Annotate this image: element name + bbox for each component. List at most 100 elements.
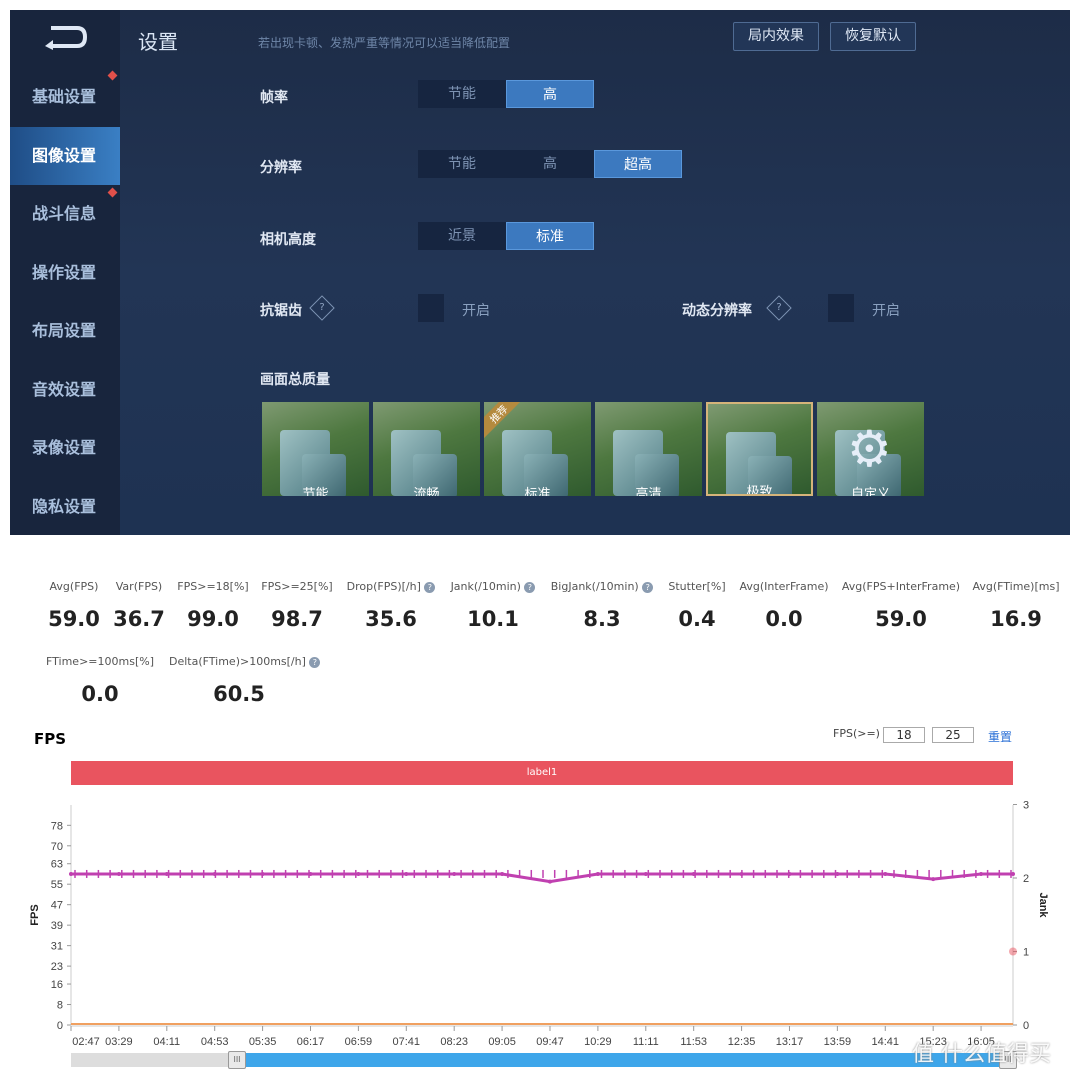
sidebar-item[interactable]: 布局设置	[10, 302, 120, 360]
x-tick-label: 06:59	[345, 1036, 373, 1048]
sidebar-item[interactable]: 图像设置	[10, 126, 120, 185]
gear-icon: ⚙	[847, 420, 892, 478]
restore-default-button[interactable]: 恢复默认	[830, 22, 916, 51]
stat-label: FTime>=100ms[%]	[46, 655, 154, 668]
sidebar-item[interactable]: 操作设置	[10, 244, 120, 302]
fps-data-point	[595, 871, 600, 876]
settings-sidebar: 基础设置图像设置战斗信息 操作设置 布局设置 音效设置录像设置隐私设置	[10, 10, 120, 535]
y2-tick-label: 0	[1023, 1020, 1029, 1032]
y-tick-label: 55	[51, 879, 63, 891]
fps-data-point	[69, 871, 73, 876]
x-tick-label: 02:47	[72, 1036, 100, 1048]
dynamic-resolution-checkbox[interactable]	[828, 294, 854, 322]
x-tick-label: 12:35	[728, 1036, 756, 1048]
y2-axis-label: Jank	[1037, 892, 1049, 918]
fps-data-point	[883, 871, 888, 876]
y-tick-label: 47	[51, 900, 63, 912]
fps-data-point	[787, 871, 792, 876]
quality-label: 画面总质量	[260, 372, 330, 388]
quality-option[interactable]: 流畅	[373, 402, 480, 496]
x-tick-label: 11:53	[680, 1036, 707, 1048]
frame-rate-selector[interactable]: 节能高	[418, 80, 594, 108]
in-game-effect-button[interactable]: 局内效果	[733, 22, 819, 51]
quality-option-label: 高清	[635, 487, 662, 496]
y-tick-label: 78	[51, 820, 63, 832]
fps-data-point	[212, 871, 217, 876]
quality-option-label: 流畅	[413, 487, 440, 496]
quality-option[interactable]: 极致	[706, 402, 813, 496]
dynamic-resolution-option: 开启	[872, 303, 900, 319]
help-icon[interactable]: ?	[309, 295, 335, 321]
fps-data-point	[116, 871, 121, 876]
stat-item: Avg(FTime)[ms] 16.9	[946, 580, 1080, 631]
quality-option-label: 自定义	[850, 487, 890, 496]
y-axis-label: FPS	[29, 904, 41, 925]
stat-label: Drop(FPS)[/h]	[346, 580, 421, 593]
help-icon[interactable]: ?	[766, 295, 792, 321]
stat-item: FTime>=100ms[%] 0.0	[30, 655, 170, 706]
fps-data-point	[643, 871, 648, 876]
fps-data-point	[931, 877, 936, 882]
quality-option[interactable]: 高清	[595, 402, 702, 496]
quality-option[interactable]: 推荐 标准	[484, 402, 591, 496]
segment-option[interactable]: 超高	[594, 150, 682, 178]
stat-label: Avg(FPS+InterFrame)	[841, 580, 961, 593]
y-tick-label: 0	[57, 1020, 63, 1032]
segment-option[interactable]: 节能	[418, 150, 506, 178]
camera-height-label: 相机高度	[260, 232, 316, 248]
y-tick-label: 70	[51, 841, 63, 853]
anti-aliasing-checkbox[interactable]	[418, 294, 444, 322]
y-tick-label: 63	[51, 859, 63, 871]
sidebar-item-label: 隐私设置	[32, 496, 97, 516]
x-tick-label: 10:29	[584, 1036, 612, 1048]
sidebar-item-label: 录像设置	[32, 438, 97, 457]
stat-label: Jank(/10min)	[450, 580, 521, 593]
new-dot-icon	[107, 187, 118, 198]
help-icon[interactable]: ?	[309, 656, 321, 668]
resolution-selector[interactable]: 节能高超高	[418, 150, 682, 178]
scrollbar-selected-range[interactable]	[239, 1053, 1013, 1067]
stat-label: Avg(FTime)[ms]	[972, 580, 1060, 593]
fps-data-point	[452, 871, 457, 876]
x-tick-label: 07:41	[393, 1036, 421, 1048]
back-icon[interactable]	[43, 24, 89, 50]
sidebar-item[interactable]: 音效设置	[10, 361, 120, 419]
stat-value: 16.9	[990, 607, 1042, 631]
scrollbar-left-handle[interactable]: III	[228, 1051, 246, 1069]
quality-option-label: 极致	[746, 485, 773, 496]
segment-option[interactable]: 高	[506, 150, 594, 178]
segment-option[interactable]: 标准	[506, 222, 594, 250]
sidebar-item-label: 基础设置	[32, 87, 97, 106]
sidebar-item[interactable]: 录像设置	[10, 419, 120, 477]
sidebar-item[interactable]: 基础设置	[10, 68, 120, 126]
y2-tick-label: 1	[1023, 947, 1029, 959]
camera-height-selector[interactable]: 近景 标准	[418, 222, 594, 250]
dynamic-resolution-label: 动态分辨率	[682, 303, 752, 319]
time-range-scrollbar[interactable]: III III	[71, 1051, 1017, 1069]
y-tick-label: 23	[51, 961, 63, 973]
y-tick-label: 39	[51, 920, 63, 932]
segment-option[interactable]: 高	[506, 80, 594, 108]
fps-data-point	[308, 871, 313, 876]
y-tick-label: 31	[51, 941, 63, 953]
reset-link[interactable]: 重置	[988, 728, 1012, 745]
fps-data-point	[547, 879, 552, 884]
quality-option[interactable]: 节能	[262, 402, 369, 496]
x-tick-label: 09:05	[488, 1036, 516, 1048]
threshold-input-1[interactable]: 18	[883, 727, 925, 743]
x-tick-label: 03:29	[105, 1036, 133, 1048]
fps-data-point	[164, 871, 169, 876]
x-tick-label: 04:53	[201, 1036, 229, 1048]
fps-data-point	[500, 871, 505, 876]
quality-option-label: 标准	[524, 487, 551, 496]
sidebar-item[interactable]: 战斗信息	[10, 185, 120, 243]
threshold-input-2[interactable]: 25	[932, 727, 974, 743]
segment-option[interactable]: 节能	[418, 80, 506, 108]
fps-data-point	[739, 871, 744, 876]
stat-label: BigJank(/10min)	[550, 580, 639, 593]
segment-option[interactable]: 近景	[418, 222, 506, 250]
quality-option[interactable]: ⚙ 自定义	[817, 402, 924, 496]
sidebar-item-label: 图像设置	[32, 145, 97, 165]
sidebar-item[interactable]: 隐私设置	[10, 478, 120, 536]
stat-label: Delta(FTime)>100ms[/h]	[169, 655, 306, 668]
